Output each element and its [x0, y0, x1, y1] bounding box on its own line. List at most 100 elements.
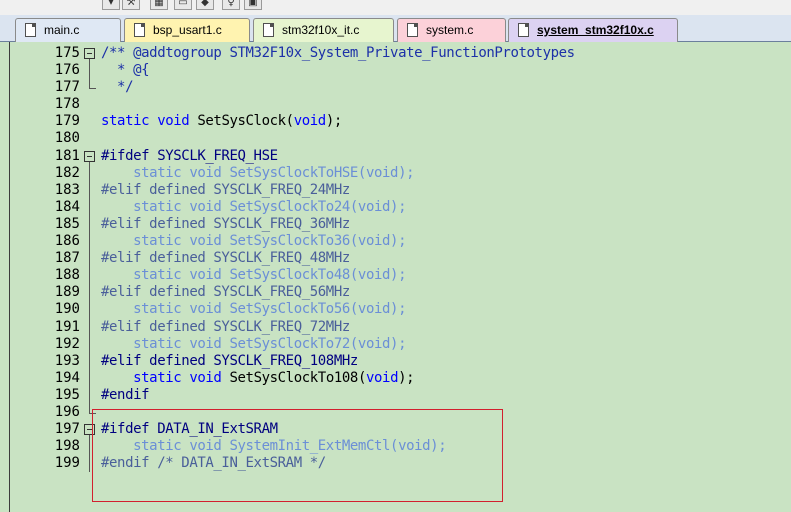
code-line[interactable]: 188 static void SetSysClockTo48(void);: [0, 267, 791, 285]
fold-end: [89, 403, 96, 414]
code-token: /** @addtogroup STM32F10x_System_Private…: [101, 45, 575, 61]
line-number: 199: [54, 455, 80, 472]
window-icon[interactable]: ▦: [150, 0, 168, 10]
code-token: static void: [133, 369, 230, 386]
tab-stm32f10x-it-c[interactable]: stm32f10x_it.c: [253, 18, 394, 42]
code-token: #endif: [101, 386, 150, 403]
code-line[interactable]: 181 #ifdef SYSCLK_FREQ_HSE: [0, 147, 791, 168]
tab-system-stm32f10x-c[interactable]: system_stm32f10x.c: [508, 18, 678, 42]
code-line[interactable]: 183 #elif defined SYSCLK_FREQ_24MHz: [0, 181, 791, 199]
code-line[interactable]: 187 #elif defined SYSCLK_FREQ_48MHz: [0, 250, 791, 268]
line-number: 183: [54, 181, 80, 198]
code-editor[interactable]: 175 /** @addtogroup STM32F10x_System_Priv…: [0, 42, 791, 512]
debug-icon[interactable]: ♀: [222, 0, 240, 10]
tab-system-c[interactable]: system.c: [397, 18, 506, 42]
code-line[interactable]: 194 static void SetSysClockTo108(void);: [0, 369, 791, 387]
code-token: #ifdef SYSCLK_FREQ_HSE: [101, 147, 278, 164]
tab-label: system.c: [426, 23, 474, 37]
code-line[interactable]: 177 */: [0, 79, 791, 96]
fold-guide: [89, 215, 90, 234]
code-token: static void SetSysClockTo72(void);: [101, 335, 407, 352]
code-line[interactable]: 189 #elif defined SYSCLK_FREQ_56MHz: [0, 284, 791, 302]
code-line[interactable]: 199 #endif /* DATA_IN_ExtSRAM */: [0, 455, 791, 473]
line-number: 197: [54, 421, 80, 438]
fold-guide: [89, 352, 90, 370]
fold-guide: [89, 335, 90, 353]
code-text: static void SetSysClockTo24(void);: [101, 199, 406, 216]
code-token: #elif defined SYSCLK_FREQ_24MHz: [101, 181, 350, 198]
code-text: static void SetSysClockToHSE(void);: [101, 165, 414, 182]
tab-bsp-usart1-c[interactable]: bsp_usart1.c: [124, 18, 250, 42]
code-line[interactable]: 192 static void SetSysClockTo72(void);: [0, 335, 791, 353]
code-text: #elif defined SYSCLK_FREQ_48MHz: [101, 250, 350, 267]
fold-guide: [89, 267, 90, 285]
line-number: 184: [54, 198, 80, 215]
code-text: /** @addtogroup STM32F10x_System_Private…: [101, 45, 575, 62]
code-line[interactable]: 195 #endif: [0, 386, 791, 404]
code-lines: 175 /** @addtogroup STM32F10x_System_Priv…: [0, 45, 791, 473]
code-text: static void SetSysClockTo48(void);: [101, 267, 406, 284]
fold-guide: [89, 386, 90, 404]
code-line[interactable]: 190 static void SetSysClockTo56(void);: [0, 301, 791, 319]
fold-end: [89, 79, 96, 90]
code-text: #endif: [101, 386, 150, 404]
fold-guide: [89, 369, 90, 387]
code-line[interactable]: 182 static void SetSysClockToHSE(void);: [0, 164, 791, 182]
file-icon: [134, 23, 145, 37]
fold-guide: [89, 164, 90, 182]
code-line[interactable]: 191 #elif defined SYSCLK_FREQ_72MHz: [0, 318, 791, 336]
code-line[interactable]: 186 static void SetSysClockTo36(void);: [0, 233, 791, 251]
line-number: 181: [54, 147, 80, 164]
code-line[interactable]: 179 static void SetSysClock(void);: [0, 113, 791, 130]
line-number: 195: [54, 386, 80, 403]
code-token: * @{: [101, 62, 150, 79]
line-number: 180: [54, 130, 80, 147]
code-line[interactable]: 193 #elif defined SYSCLK_FREQ_108MHz: [0, 352, 791, 370]
fold-toggle-icon[interactable]: [84, 150, 95, 168]
fold-guide: [89, 250, 90, 268]
line-number: 198: [54, 438, 80, 455]
line-number: 188: [54, 267, 80, 284]
code-text: #endif /* DATA_IN_ExtSRAM */: [101, 455, 326, 472]
code-token: static void SetSysClockTo36(void);: [101, 233, 407, 250]
code-text: #elif defined SYSCLK_FREQ_108MHz: [101, 353, 358, 370]
code-line[interactable]: 180: [0, 130, 791, 147]
code-line[interactable]: 184 static void SetSysClockTo24(void);: [0, 198, 791, 216]
download-icon[interactable]: ◆: [196, 0, 214, 10]
code-token: void: [293, 113, 327, 130]
image-icon[interactable]: ▣: [244, 0, 262, 10]
line-number: 185: [54, 215, 80, 232]
file-icon: [25, 23, 36, 37]
line-number: 191: [54, 318, 80, 335]
tab-main-c[interactable]: main.c: [15, 18, 121, 42]
code-line[interactable]: 197 #ifdef DATA_IN_ExtSRAM: [0, 421, 791, 442]
file-icon: [407, 23, 418, 37]
code-token: #elif defined SYSCLK_FREQ_108MHz: [101, 352, 358, 369]
code-text: #elif defined SYSCLK_FREQ_24MHz: [101, 182, 350, 199]
code-token: */: [101, 79, 134, 96]
line-number: 179: [54, 113, 80, 130]
line-number: 190: [54, 301, 80, 318]
find-icon[interactable]: ⚒: [122, 0, 140, 10]
fold-guide: [89, 318, 90, 336]
code-token: static void SetSysClockTo24(void);: [101, 198, 407, 215]
fold-guide: [89, 181, 90, 199]
code-line[interactable]: 178: [0, 96, 791, 113]
line-number: 192: [54, 335, 80, 352]
code-token: static void SetSysClockTo56(void);: [101, 301, 407, 318]
code-line[interactable]: 185 #elif defined SYSCLK_FREQ_36MHz: [0, 215, 791, 234]
fold-toggle-icon[interactable]: [84, 48, 95, 65]
code-line[interactable]: 175 /** @addtogroup STM32F10x_System_Priv…: [0, 45, 791, 65]
line-number: 194: [54, 369, 80, 386]
dropdown-arrow-icon[interactable]: ▾: [102, 0, 120, 10]
code-line[interactable]: 196: [0, 403, 791, 421]
code-line[interactable]: 198 static void SystemInit_ExtMemCtl(voi…: [0, 438, 791, 456]
fold-guide: [89, 438, 90, 456]
code-line[interactable]: 176 * @{: [0, 62, 791, 80]
code-text: static void SetSysClockTo108(void);: [101, 370, 414, 387]
code-token: );: [325, 113, 342, 130]
fold-toggle-icon[interactable]: [84, 424, 95, 442]
code-token: void: [365, 369, 399, 386]
document-icon[interactable]: ▭: [174, 0, 192, 10]
